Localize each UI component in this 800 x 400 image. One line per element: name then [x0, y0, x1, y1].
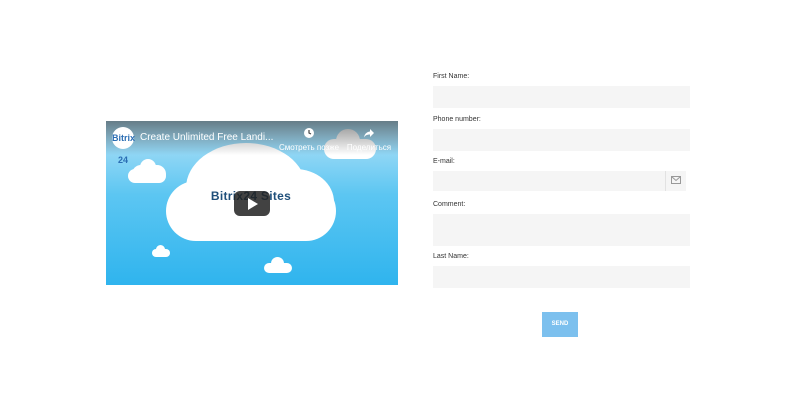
last-name-input[interactable] — [433, 266, 690, 288]
comment-textarea[interactable] — [433, 214, 690, 246]
phone-input[interactable] — [433, 129, 690, 151]
send-button[interactable]: SEND — [542, 312, 578, 337]
share-icon — [334, 127, 398, 143]
cloud-decoration — [132, 159, 166, 183]
video-player[interactable]: Bitrix24 Sites Bitrix 24 Create Unlimite… — [106, 121, 398, 285]
cloud-decoration — [152, 245, 170, 257]
last-name-label: Last Name: — [433, 253, 469, 260]
first-name-input[interactable] — [433, 86, 690, 108]
envelope-icon — [665, 171, 686, 191]
video-title[interactable]: Create Unlimited Free Landi... — [140, 132, 280, 143]
cloud-decoration — [264, 257, 292, 273]
channel-logo[interactable]: Bitrix 24 — [112, 127, 135, 165]
email-label: E-mail: — [433, 158, 455, 165]
share-label: Поделиться — [346, 143, 392, 152]
play-icon[interactable] — [234, 191, 270, 216]
comment-label: Comment: — [433, 201, 466, 208]
first-name-label: First Name: — [433, 73, 470, 80]
watch-later-label: Смотреть позже — [278, 143, 340, 152]
phone-label: Phone number: — [433, 116, 481, 123]
share-button[interactable]: Поделиться — [334, 127, 398, 152]
email-field[interactable] — [433, 171, 686, 191]
